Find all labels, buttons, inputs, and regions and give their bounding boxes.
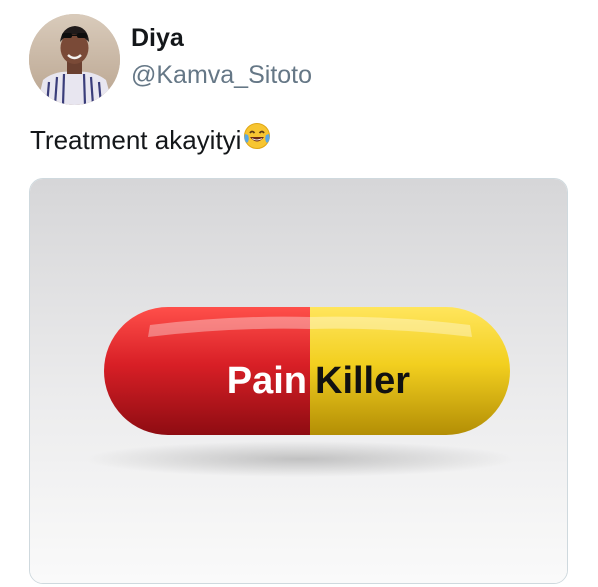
tweet-text: Treatment akayityi — [30, 121, 272, 158]
tweet-text-content: Treatment akayityi — [30, 125, 242, 155]
display-name[interactable]: Diya — [131, 23, 184, 53]
pill-label-left: Pain — [227, 360, 307, 402]
avatar[interactable] — [29, 14, 120, 105]
painkiller-pill-image: Pain Killer — [30, 179, 567, 583]
media-image[interactable]: Pain Killer — [29, 178, 568, 584]
user-handle[interactable]: @Kamva_Sitoto — [131, 60, 312, 90]
tweet-card: Diya @Kamva_Sitoto Treatment akayityi Pa… — [0, 0, 598, 587]
pill-label-right: Killer — [315, 360, 410, 402]
profile-photo — [29, 14, 120, 105]
face-with-tears-of-joy-icon — [242, 121, 272, 158]
